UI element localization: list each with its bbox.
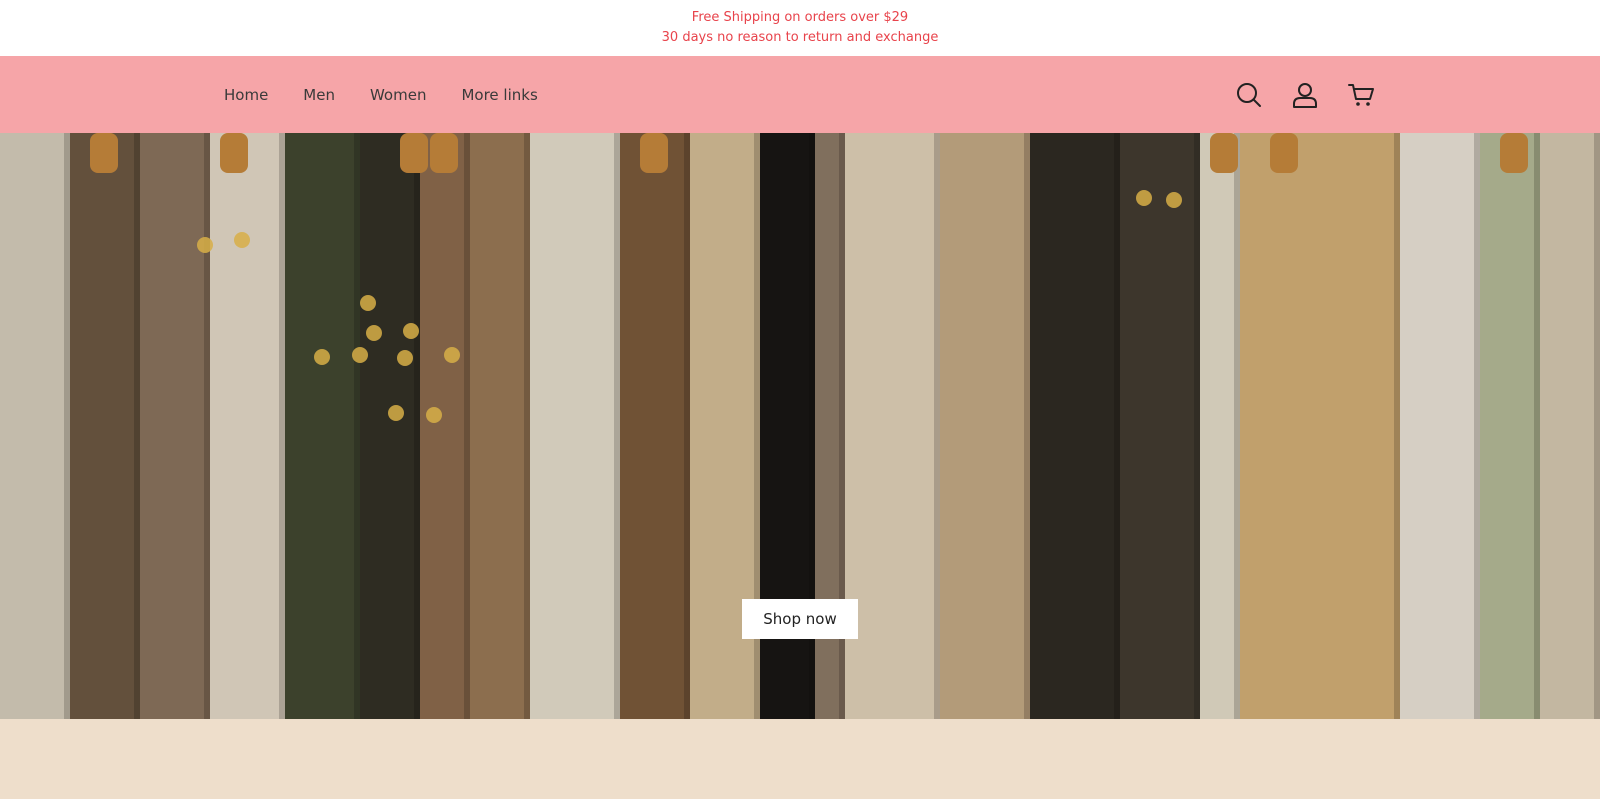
shop-now-button[interactable]: Shop now (742, 599, 858, 639)
nav-link-women[interactable]: Women (370, 86, 426, 104)
account-icon[interactable] (1290, 80, 1320, 110)
content-section-band (0, 719, 1600, 799)
search-icon[interactable] (1234, 80, 1264, 110)
main-navigation: Home Men Women More links (0, 56, 1600, 133)
nav-link-home[interactable]: Home (224, 86, 268, 104)
announcement-returns: 30 days no reason to return and exchange (661, 30, 939, 45)
nav-links: Home Men Women More links (224, 56, 573, 133)
nav-link-men[interactable]: Men (303, 86, 335, 104)
announcement-shipping: Free Shipping on orders over $29 (691, 10, 909, 25)
announcement-bar: Free Shipping on orders over $29 30 days… (0, 0, 1600, 56)
nav-icons (1234, 56, 1376, 133)
nav-link-more-links[interactable]: More links (461, 86, 537, 104)
cart-icon[interactable] (1346, 80, 1376, 110)
